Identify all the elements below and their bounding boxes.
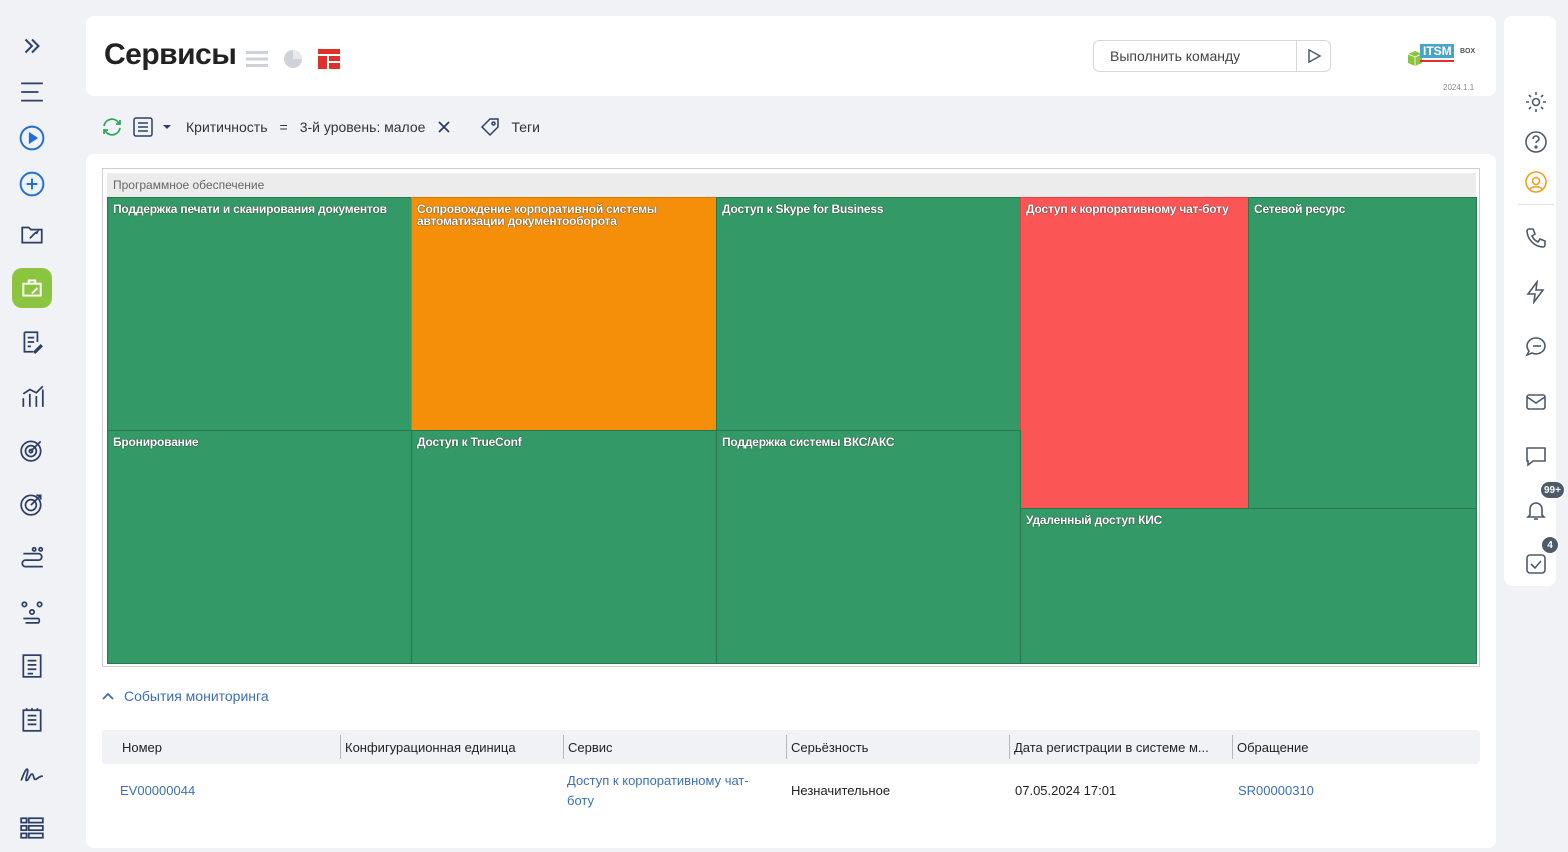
chat-bubbles-icon[interactable] — [1520, 330, 1552, 362]
monitoring-events-toggle[interactable]: События мониторинга — [102, 688, 269, 704]
treemap-tile[interactable]: Доступ к корпоративному чат-боту — [1020, 197, 1249, 509]
treemap-tile[interactable]: Доступ к TrueConf — [411, 430, 717, 664]
target-icon[interactable] — [12, 430, 52, 470]
workflow-icon[interactable] — [12, 592, 52, 632]
help-icon[interactable] — [1520, 126, 1552, 158]
support-agent-icon[interactable] — [1520, 166, 1552, 198]
chart-icon[interactable] — [12, 376, 52, 416]
left-sidebar — [0, 0, 70, 852]
folder-tools-icon[interactable] — [12, 214, 52, 254]
divider — [1518, 204, 1554, 205]
briefcase-tools-icon[interactable] — [12, 268, 52, 308]
mail-icon[interactable] — [1520, 386, 1552, 418]
filter-operator: = — [279, 119, 288, 135]
tag-icon[interactable] — [479, 116, 501, 138]
treemap-tile-label: Поддержка печати и сканирования документ… — [113, 202, 387, 216]
filter-bar: Критичность = 3-й уровень: малое Теги — [100, 114, 540, 140]
treemap-tile-label: Сопровождение корпоративной системы авто… — [417, 202, 657, 228]
notifications-badge: 99+ — [1540, 481, 1565, 499]
column-header[interactable]: Номер — [118, 730, 162, 764]
play-icon[interactable] — [12, 118, 52, 158]
treemap-tile-label: Удаленный доступ КИС — [1026, 513, 1163, 527]
column-header[interactable]: Серьёзность — [786, 735, 868, 759]
filter-value[interactable]: 3-й уровень: малое — [300, 119, 426, 135]
header: Сервисы Выполнить команду ITSM BOX 2024.… — [86, 16, 1496, 96]
tasks-badge: 4 — [1541, 536, 1559, 554]
column-header[interactable]: Дата регистрации в системе м... — [1009, 735, 1209, 759]
treemap-tile-label: Сетевой ресурс — [1254, 202, 1346, 216]
menu-icon[interactable] — [12, 72, 52, 112]
expand-icon[interactable] — [12, 26, 52, 66]
list-document-icon[interactable] — [12, 646, 52, 686]
signature-icon[interactable] — [12, 754, 52, 794]
filter-field[interactable]: Критичность — [186, 119, 268, 135]
phone-icon[interactable] — [1520, 222, 1552, 254]
refresh-icon[interactable] — [100, 116, 124, 138]
column-header[interactable]: Сервис — [563, 735, 613, 759]
lightning-icon[interactable] — [1520, 276, 1552, 308]
close-icon[interactable] — [437, 120, 451, 134]
run-command-icon[interactable] — [1296, 41, 1330, 71]
document-edit-icon[interactable] — [12, 322, 52, 362]
message-icon[interactable] — [1520, 440, 1552, 472]
settings-icon[interactable] — [1520, 86, 1552, 118]
treemap-group-label: Программное обеспечение — [107, 173, 1476, 197]
command-placeholder[interactable]: Выполнить команду — [1094, 48, 1296, 64]
treemap-tile[interactable]: Поддержка печати и сканирования документ… — [107, 197, 412, 431]
target-check-icon[interactable] — [12, 484, 52, 524]
table-list-icon[interactable] — [12, 808, 52, 848]
svg-text:ITSM: ITSM — [1423, 44, 1452, 58]
treemap-tile[interactable]: Доступ к Skype for Business — [716, 197, 1021, 431]
treemap-tile[interactable]: Удаленный доступ КИС — [1020, 508, 1477, 664]
filter-list-icon[interactable] — [132, 116, 154, 138]
treemap-view-icon[interactable] — [318, 48, 340, 70]
column-header[interactable]: Обращение — [1232, 735, 1308, 759]
treemap-tile[interactable]: Поддержка системы ВКС/АКС — [716, 430, 1021, 664]
severity-cell: Незначительное — [791, 783, 891, 798]
table-header: Номер Конфигурационная единица Сервис Се… — [102, 730, 1480, 764]
request-link[interactable]: SR00000310 — [1238, 766, 1314, 816]
checklist-icon[interactable] — [12, 700, 52, 740]
section-title: События мониторинга — [124, 688, 269, 704]
treemap-tile-label: Бронирование — [113, 435, 199, 449]
itsm-logo: ITSM BOX — [1406, 42, 1478, 72]
treemap-tile-label: Доступ к Skype for Business — [722, 202, 884, 216]
svg-text:BOX: BOX — [1460, 48, 1476, 55]
version-label: 2024.1.1 — [1443, 83, 1475, 92]
view-switcher — [246, 48, 340, 70]
tags-label[interactable]: Теги — [511, 119, 539, 135]
main-content: Программное обеспечение Поддержка печати… — [86, 154, 1496, 848]
treemap-tile[interactable]: Сопровождение корпоративной системы авто… — [411, 197, 717, 431]
column-header[interactable]: Конфигурационная единица — [340, 735, 516, 759]
date-cell: 07.05.2024 17:01 — [1015, 783, 1117, 798]
treemap-tile[interactable]: Бронирование — [107, 430, 412, 664]
page-title: Сервисы — [104, 38, 237, 71]
chevron-down-icon[interactable] — [162, 123, 172, 131]
treemap-tile-label: Доступ к TrueConf — [417, 435, 522, 449]
command-input[interactable]: Выполнить команду — [1093, 40, 1331, 72]
treemap-tile[interactable]: Сетевой ресурс — [1248, 197, 1477, 509]
treemap: Программное обеспечение Поддержка печати… — [102, 168, 1480, 667]
event-number-link[interactable]: EV00000044 — [120, 766, 195, 816]
treemap-tile-label: Доступ к корпоративному чат-боту — [1026, 202, 1229, 216]
service-link[interactable]: Доступ к корпоративному чат-боту — [567, 766, 767, 816]
route-icon[interactable] — [12, 538, 52, 578]
chevron-up-icon — [102, 692, 114, 700]
treemap-tile-label: Поддержка системы ВКС/АКС — [722, 435, 895, 449]
list-view-icon[interactable] — [246, 48, 268, 70]
pie-view-icon[interactable] — [282, 48, 304, 70]
table-row[interactable]: EV00000044 Доступ к корпоративному чат-б… — [102, 766, 1480, 816]
add-icon[interactable] — [12, 164, 52, 204]
